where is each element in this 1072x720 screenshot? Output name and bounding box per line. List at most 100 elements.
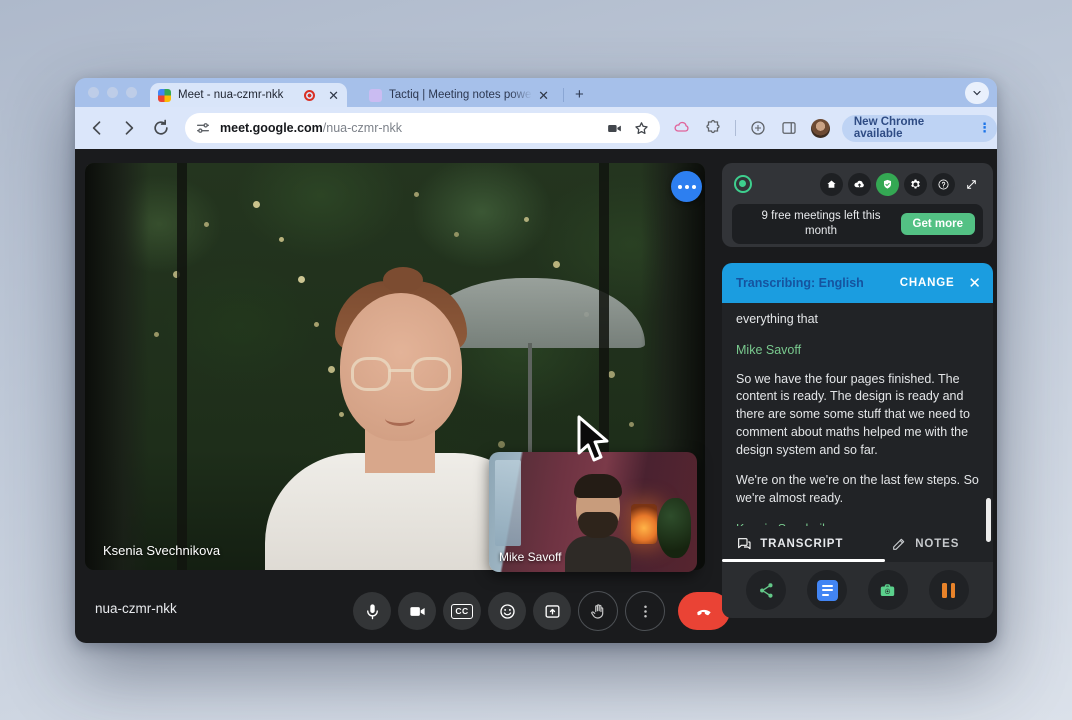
screen: Meet - nua-czmr-nkk ✕ Tactiq | Meeting n…	[0, 0, 1072, 720]
tab-separator	[563, 88, 564, 102]
captions-icon: CC	[451, 603, 473, 619]
close-tab-icon[interactable]: ✕	[538, 89, 549, 102]
site-settings-icon[interactable]	[195, 120, 211, 136]
recording-indicator-icon	[304, 89, 316, 101]
pip-video-tile[interactable]: Mike Savoff	[489, 452, 697, 572]
minimize-window-button[interactable]	[107, 87, 118, 98]
profile-avatar[interactable]	[810, 118, 830, 138]
tab-notes[interactable]: NOTES	[858, 526, 994, 562]
close-transcribing-icon[interactable]: ✕	[968, 274, 981, 292]
tab-label: Meet - nua-czmr-nkk	[178, 89, 284, 101]
help-button[interactable]	[932, 172, 955, 196]
url-host: meet.google.com	[220, 121, 323, 135]
end-call-icon	[697, 609, 711, 616]
tactiq-panel: 9 free meetings left this month Get more…	[722, 163, 993, 618]
videocam-icon	[409, 606, 425, 616]
more-vert-icon	[643, 604, 647, 618]
kebab-menu-icon[interactable]: ⋮	[978, 120, 991, 136]
extension-pink-icon[interactable]	[673, 119, 691, 137]
side-panel-icon[interactable]	[780, 119, 798, 137]
camera-button[interactable]	[398, 592, 436, 630]
mouse-cursor	[577, 415, 609, 462]
tab-transcript[interactable]: TRANSCRIPT	[722, 526, 858, 562]
pip-name-label: Mike Savoff	[499, 550, 562, 564]
window-controls[interactable]	[88, 87, 137, 98]
toolbar-separator	[734, 120, 736, 136]
raise-hand-button[interactable]	[578, 591, 618, 631]
detach-panel-button[interactable]	[960, 173, 983, 196]
transcript-card: Transcribing: English CHANGE ✕ everythin…	[722, 263, 993, 618]
url-path: /nua-czmr-nkk	[322, 121, 402, 135]
present-button[interactable]	[533, 592, 571, 630]
pause-icon	[942, 582, 956, 598]
more-options-button[interactable]	[625, 591, 665, 631]
transcript-scrollbar[interactable]	[986, 498, 991, 542]
address-bar[interactable]: meet.google.com/nua-czmr-nkk	[185, 113, 660, 143]
browser-window: Meet - nua-czmr-nkk ✕ Tactiq | Meeting n…	[75, 78, 997, 643]
chat-bubbles-icon	[738, 538, 751, 550]
tab-search-button[interactable]	[965, 82, 989, 104]
camera-permission-icon[interactable]	[606, 120, 623, 137]
expand-diagonal-icon	[967, 179, 976, 189]
extensions-puzzle-icon[interactable]	[704, 119, 722, 137]
chrome-update-label: New Chrome available	[853, 116, 925, 140]
captions-button[interactable]: CC	[443, 592, 481, 630]
participant-name-label: Ksenia Svechnikova	[103, 543, 221, 558]
get-more-button[interactable]: Get more	[900, 213, 975, 235]
reload-button[interactable]	[151, 118, 171, 138]
present-screen-icon	[544, 604, 560, 618]
meeting-code: nua-czmr-nkk	[95, 601, 177, 616]
transcript-speaker: Mike Savoff	[736, 342, 802, 357]
bookmark-star-icon[interactable]	[633, 120, 650, 137]
free-meetings-banner: 9 free meetings left this month Get more	[732, 204, 983, 244]
close-tab-icon[interactable]: ✕	[328, 89, 339, 102]
camera-capture-icon	[881, 583, 895, 596]
export-to-docs-button[interactable]	[807, 570, 848, 610]
share-button[interactable]	[746, 570, 787, 610]
pip-fireplace	[631, 504, 657, 544]
close-window-button[interactable]	[88, 87, 99, 98]
cloud-upload-icon	[854, 180, 864, 187]
browser-toolbar: meet.google.com/nua-czmr-nkk New Chrome …	[75, 107, 997, 149]
glass-door-bar	[177, 163, 187, 570]
new-tab-button[interactable]: +	[575, 86, 584, 103]
privacy-shield-button[interactable]	[876, 172, 899, 196]
tab-transcript-label: TRANSCRIPT	[760, 538, 844, 550]
change-language-button[interactable]: CHANGE	[900, 277, 955, 289]
shield-check-icon	[883, 179, 892, 189]
tactiq-widget-bubble[interactable]	[671, 171, 702, 202]
raise-hand-icon	[590, 603, 603, 619]
door-frame-left	[85, 163, 149, 570]
back-button[interactable]	[87, 118, 107, 138]
home-icon	[827, 179, 836, 188]
zoom-window-button[interactable]	[126, 87, 137, 98]
transcript-fragment: So we have the four pages finished. The …	[736, 371, 970, 457]
tactiq-favicon-icon	[369, 88, 382, 102]
mic-icon	[366, 603, 378, 619]
settings-button[interactable]	[904, 172, 927, 196]
extension-lens-icon[interactable]	[749, 119, 767, 137]
gear-icon	[911, 178, 920, 188]
pause-transcription-button[interactable]	[928, 570, 969, 610]
share-icon	[759, 582, 773, 598]
reactions-button[interactable]	[488, 592, 526, 630]
tab-meet[interactable]: Meet - nua-czmr-nkk ✕	[150, 83, 347, 107]
home-button[interactable]	[820, 172, 843, 196]
tab-notes-label: NOTES	[915, 538, 960, 550]
mic-button[interactable]	[353, 592, 391, 630]
tab-tactiq[interactable]: Tactiq | Meeting notes powe ✕	[361, 83, 557, 107]
tactiq-logo-icon	[734, 175, 752, 193]
screenshot-button[interactable]	[867, 570, 908, 610]
cloud-upload-button[interactable]	[848, 172, 871, 196]
tactiq-header: 9 free meetings left this month Get more	[722, 163, 993, 247]
panel-tabs: TRANSCRIPT NOTES	[722, 526, 993, 562]
forward-button[interactable]	[119, 118, 139, 138]
transcribing-bar: Transcribing: English CHANGE ✕	[722, 263, 993, 303]
chrome-update-button[interactable]: New Chrome available ⋮	[841, 114, 997, 142]
free-meetings-text: 9 free meetings left this month	[761, 210, 881, 237]
transcript-fragment: everything that	[736, 312, 818, 326]
transcript-body[interactable]: everything that Mike Savoff So we have t…	[722, 303, 993, 526]
meet-favicon-icon	[158, 88, 171, 102]
pip-window-scene	[495, 460, 521, 546]
chevron-down-icon	[973, 90, 981, 96]
